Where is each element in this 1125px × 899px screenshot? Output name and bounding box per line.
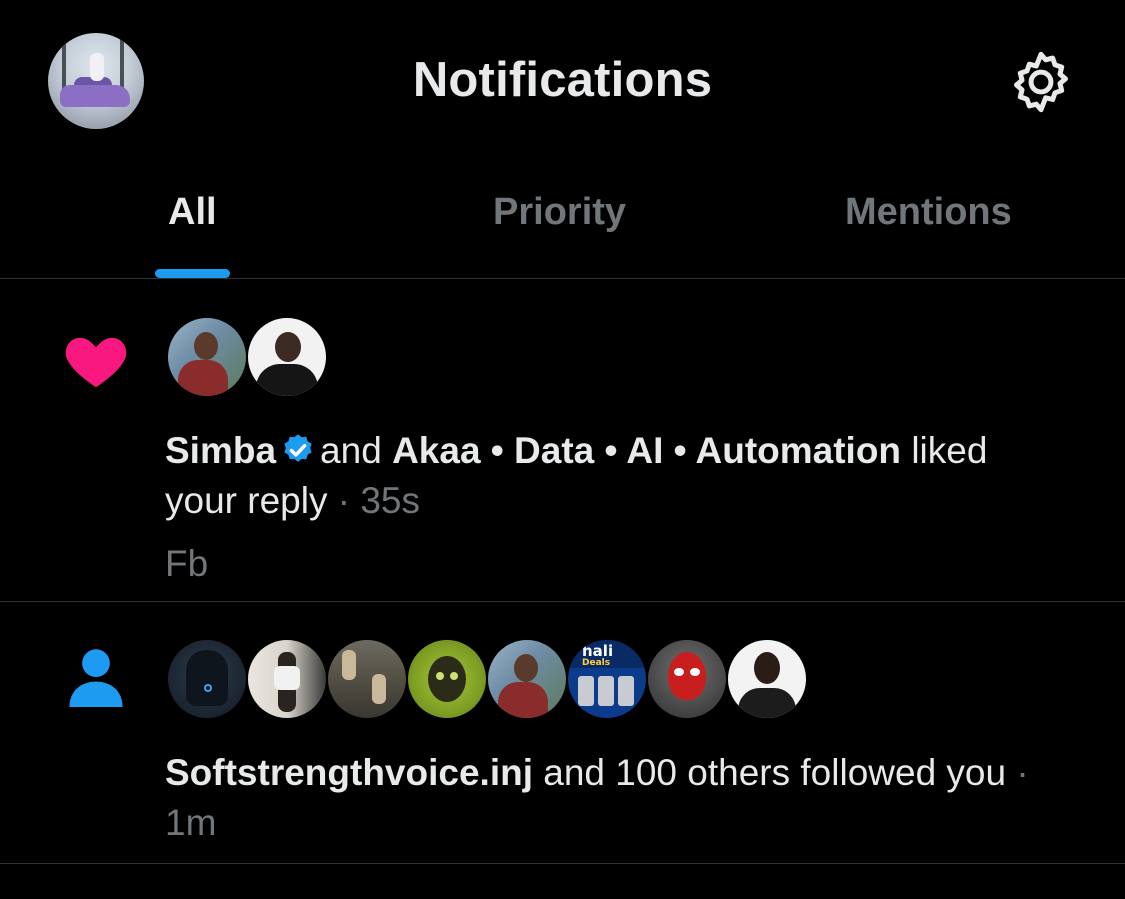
avatar-badge-subtext: Deals (582, 658, 611, 668)
action-text: and 100 others followed you (543, 752, 1007, 793)
user-name[interactable]: Akaa • Data • AI • Automation (392, 430, 901, 471)
avatar[interactable] (248, 318, 326, 396)
avatar[interactable] (328, 640, 406, 718)
top-bar: Notifications (0, 0, 1125, 165)
tab-priority[interactable]: Priority (493, 191, 626, 234)
time-separator: · (1016, 752, 1029, 793)
page-title: Notifications (412, 53, 713, 107)
connector-text: and (320, 430, 382, 471)
avatar[interactable] (408, 640, 486, 718)
notification-text: Softstrengthvoice.inj and 100 others fol… (165, 748, 1110, 848)
avatar[interactable] (728, 640, 806, 718)
gear-icon[interactable] (1006, 47, 1076, 117)
person-icon (69, 649, 123, 707)
avatar[interactable] (248, 640, 326, 718)
user-name[interactable]: Simba (165, 430, 276, 471)
action-text: liked (911, 430, 988, 471)
tab-bar: All Priority Mentions (0, 165, 1125, 279)
liker-avatars (168, 318, 326, 396)
notification-text: Simba and Akaa • Data • AI • Automation … (165, 426, 1065, 526)
action-text: your reply (165, 480, 328, 521)
avatar[interactable] (648, 640, 726, 718)
follower-avatars: hali Deals (168, 640, 806, 718)
timestamp: · 35s (337, 480, 420, 521)
notification-follow[interactable]: hali Deals Softstrengthvoice.inj and 100… (0, 602, 1125, 864)
verified-badge-icon (284, 434, 312, 462)
tab-all[interactable]: All (168, 191, 217, 234)
avatar[interactable] (488, 640, 566, 718)
timestamp: 1m (165, 802, 217, 843)
notification-like[interactable]: Simba and Akaa • Data • AI • Automation … (0, 280, 1125, 602)
reply-snippet: Fb (165, 543, 209, 584)
active-tab-indicator (155, 269, 230, 278)
heart-icon (65, 337, 127, 388)
avatar[interactable] (168, 318, 246, 396)
avatar[interactable] (168, 640, 246, 718)
avatar[interactable]: hali Deals (568, 640, 646, 718)
user-name[interactable]: Softstrengthvoice.inj (165, 752, 533, 793)
tab-mentions[interactable]: Mentions (845, 191, 1012, 234)
